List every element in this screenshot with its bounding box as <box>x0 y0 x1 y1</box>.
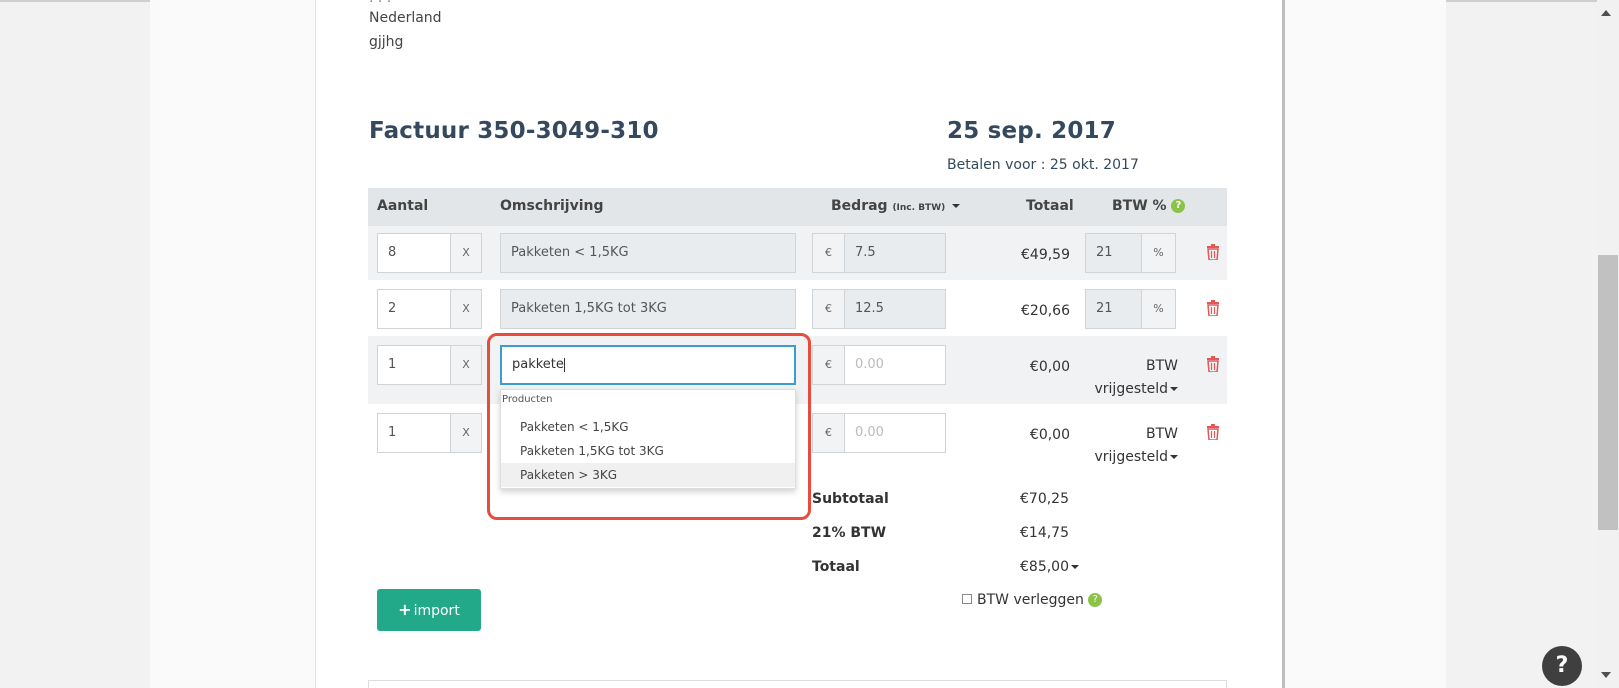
scrollbar-thumb[interactable] <box>1598 255 1618 530</box>
import-button[interactable]: + import <box>377 589 481 631</box>
trash-icon[interactable] <box>1206 424 1220 441</box>
reverse-vat-checkbox[interactable] <box>962 594 972 604</box>
quantity-input[interactable]: 8 <box>377 233 451 273</box>
invoice-paper-edge <box>1282 0 1285 688</box>
amount-input[interactable]: 7.5 <box>844 233 946 273</box>
total-value-select[interactable]: €85,00 <box>1020 559 1079 575</box>
highlight-annotation-box <box>487 333 811 520</box>
quantity-times-addon: X <box>450 345 482 385</box>
percent-addon: % <box>1141 289 1176 329</box>
vat-label: 21% BTW <box>812 525 887 541</box>
chevron-down-icon <box>952 204 961 208</box>
vat-exempt-line1: BTW <box>1146 426 1178 442</box>
amount-placeholder: 0.00 <box>855 357 884 372</box>
header-bedrag-label: Bedrag <box>831 198 888 214</box>
total-value: €85,00 <box>1020 559 1069 575</box>
help-icon[interactable]: ? <box>1171 199 1186 213</box>
vat-exempt-select[interactable]: BTW vrijgesteld <box>1088 355 1178 401</box>
quantity-input[interactable]: 1 <box>377 345 451 385</box>
header-bedrag[interactable]: Bedrag (Inc. BTW) <box>831 198 961 214</box>
subtotal-label: Subtotaal <box>812 491 889 507</box>
scroll-up-arrow-icon[interactable] <box>1601 10 1611 16</box>
table-header <box>368 188 1227 226</box>
row-total: €0,00 <box>1029 427 1070 443</box>
trash-icon[interactable] <box>1206 244 1220 261</box>
scroll-down-arrow-icon[interactable] <box>1601 672 1611 678</box>
trash-icon[interactable] <box>1206 356 1220 373</box>
percent-addon: % <box>1141 233 1176 273</box>
quantity-times-addon: X <box>450 413 482 453</box>
header-aantal: Aantal <box>377 198 429 214</box>
amount-input[interactable]: 12.5 <box>844 289 946 329</box>
description-textarea[interactable]: Pakketen 1,5KG tot 3KG <box>500 289 796 329</box>
euro-addon: € <box>812 233 845 273</box>
vat-exempt-line2: vrijgesteld <box>1094 449 1169 465</box>
amount-input[interactable]: 0.00 <box>844 345 946 385</box>
quantity-input[interactable]: 1 <box>377 413 451 453</box>
header-totaal: Totaal <box>1026 198 1074 214</box>
total-label: Totaal <box>812 559 860 575</box>
address-cut-line: · · · <box>369 0 392 10</box>
euro-addon: € <box>812 413 845 453</box>
quantity-times-addon: X <box>450 233 482 273</box>
chevron-down-icon <box>1170 455 1178 459</box>
address-country: Nederland <box>369 10 442 26</box>
quantity-times-addon: X <box>450 289 482 329</box>
header-btw: BTW % ? <box>1112 198 1186 214</box>
address-extra: gjjhg <box>369 34 404 50</box>
invoice-title: Factuur 350-3049-310 <box>369 118 659 144</box>
row-total: €49,59 <box>1021 247 1070 263</box>
amount-placeholder: 0.00 <box>855 425 884 440</box>
row-total: €0,00 <box>1029 359 1070 375</box>
euro-addon: € <box>812 345 845 385</box>
vat-exempt-line1: BTW <box>1146 358 1178 374</box>
vat-exempt-line2: vrijgesteld <box>1094 381 1169 397</box>
quantity-input[interactable]: 2 <box>377 289 451 329</box>
euro-addon: € <box>812 289 845 329</box>
trash-icon[interactable] <box>1206 300 1220 317</box>
chevron-down-icon <box>1071 565 1079 569</box>
vat-input[interactable]: 21 <box>1085 289 1142 329</box>
vat-exempt-select[interactable]: BTW vrijgesteld <box>1088 423 1178 469</box>
reverse-vat-label: BTW verleggen ? <box>977 592 1103 608</box>
help-icon[interactable]: ? <box>1088 593 1103 607</box>
vat-value: €14,75 <box>1020 525 1069 541</box>
reverse-vat-text: BTW verleggen <box>977 592 1084 608</box>
subtotal-value: €70,25 <box>1020 491 1069 507</box>
invoice-due-date: Betalen voor : 25 okt. 2017 <box>947 157 1139 173</box>
description-textarea[interactable]: Pakketen < 1,5KG <box>500 233 796 273</box>
import-button-label: import <box>413 603 460 619</box>
plus-icon: + <box>398 600 412 619</box>
next-section-box <box>368 680 1227 688</box>
vat-input[interactable]: 21 <box>1085 233 1142 273</box>
header-bedrag-note: (Inc. BTW) <box>892 203 946 213</box>
row-total: €20,66 <box>1021 303 1070 319</box>
header-omschrijving: Omschrijving <box>500 198 604 214</box>
header-btw-label: BTW % <box>1112 198 1167 214</box>
help-chat-button[interactable]: ? <box>1542 646 1582 686</box>
invoice-date: 25 sep. 2017 <box>947 118 1116 144</box>
chevron-down-icon <box>1170 387 1178 391</box>
amount-input[interactable]: 0.00 <box>844 413 946 453</box>
